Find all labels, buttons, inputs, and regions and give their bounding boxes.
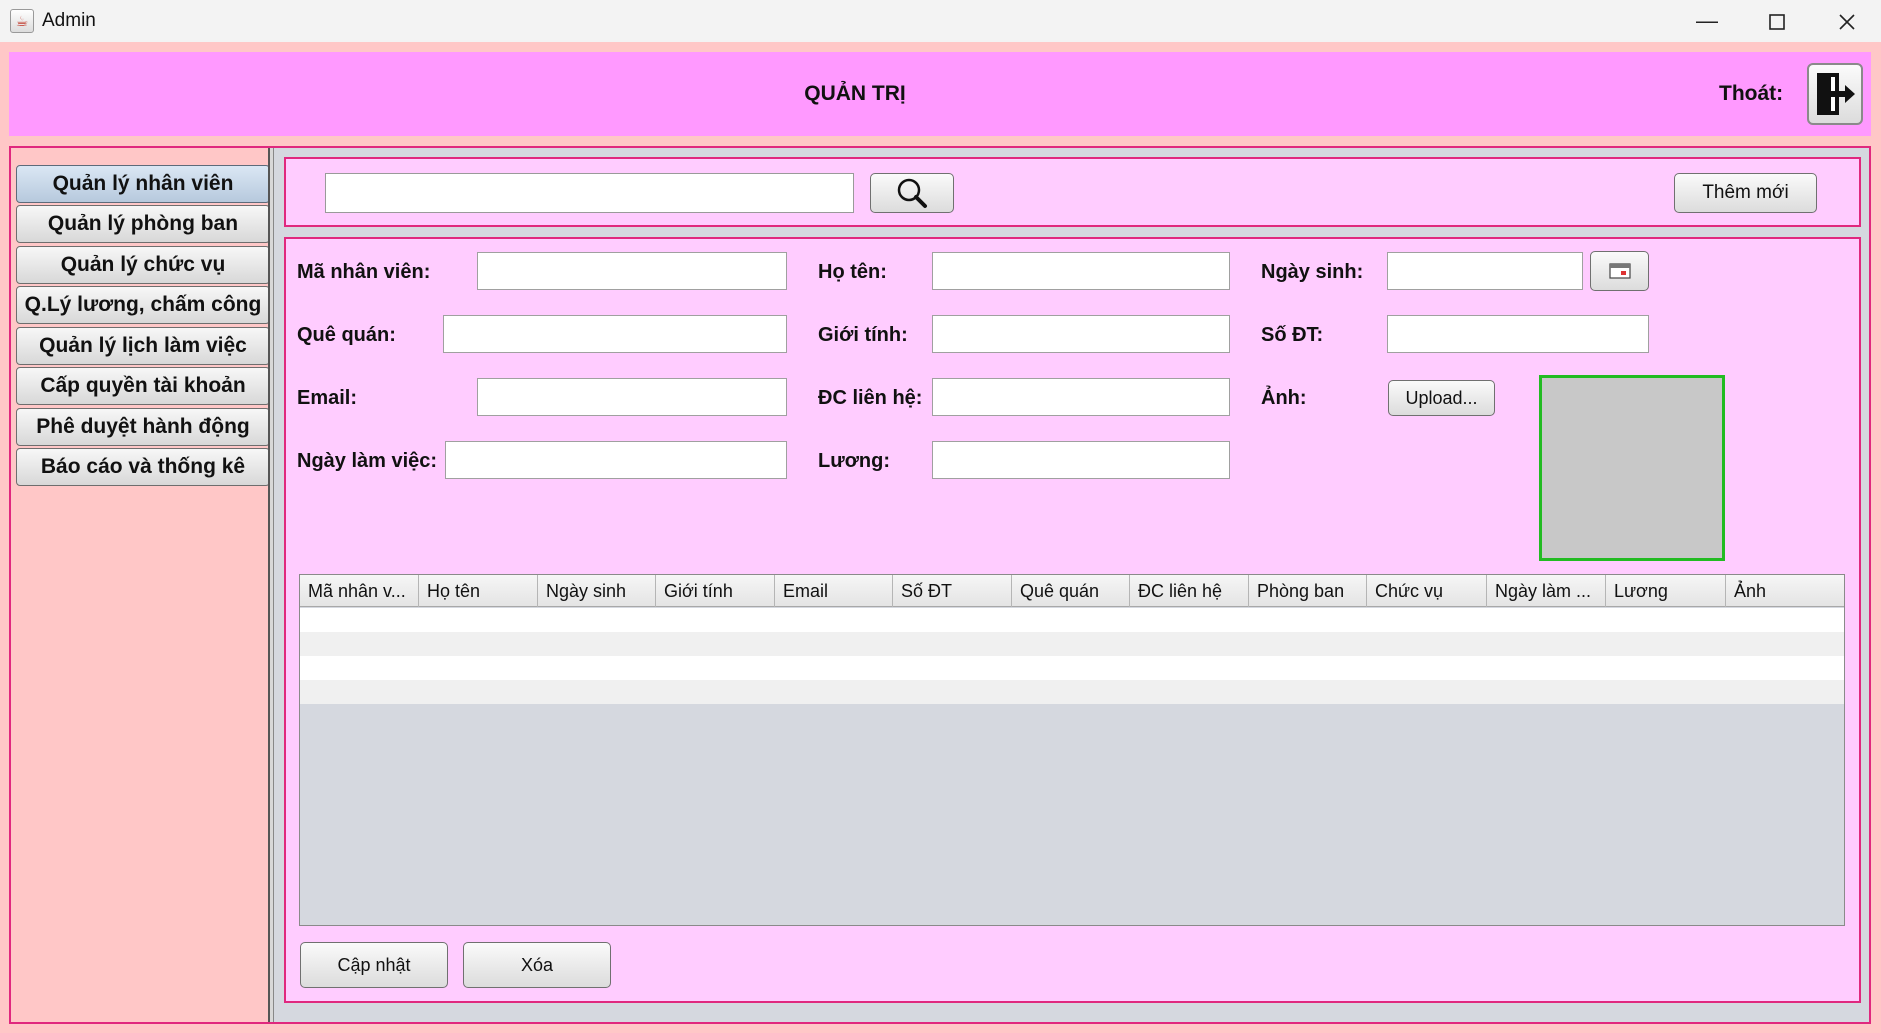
email-label: Email: <box>297 387 358 409</box>
java-cup-icon: ☕ <box>10 9 34 33</box>
table-row[interactable] <box>300 608 1844 632</box>
salary-label: Lương: <box>818 450 891 472</box>
salary-field[interactable] <box>932 441 1230 479</box>
table-row[interactable] <box>300 656 1844 680</box>
email-field[interactable] <box>477 378 787 416</box>
hometown-label: Quê quán: <box>297 324 396 346</box>
phone-field[interactable] <box>1387 315 1649 353</box>
calendar-icon <box>1608 263 1631 279</box>
sidebar-item-label: Quản lý nhân viên <box>52 172 234 195</box>
delete-button[interactable]: Xóa <box>463 942 611 988</box>
page-title: QUẢN TRỊ <box>804 82 906 105</box>
column-header[interactable]: Ngày sinh <box>538 575 656 607</box>
sidebar-item-label: Cấp quyền tài khoản <box>40 374 246 397</box>
address-label: ĐC liên hệ: <box>818 387 923 409</box>
sidebar-item-label: Báo cáo và thống kê <box>40 455 246 478</box>
search-icon <box>897 178 927 208</box>
sidebar-item-departments[interactable]: Quản lý phòng ban <box>16 205 270 243</box>
birthdate-label: Ngày sinh: <box>1261 261 1364 283</box>
calendar-button[interactable] <box>1590 251 1649 291</box>
column-header[interactable]: Lương <box>1606 575 1726 607</box>
search-button[interactable] <box>870 173 954 213</box>
photo-label: Ảnh: <box>1261 387 1307 409</box>
employee-id-field[interactable] <box>477 252 787 290</box>
column-header[interactable]: Giới tính <box>656 575 775 607</box>
column-header[interactable]: Họ tên <box>419 575 538 607</box>
minimize-icon[interactable]: — <box>1672 0 1742 42</box>
employee-id-label: Mã nhân viên: <box>297 261 431 283</box>
table-row[interactable] <box>300 680 1844 704</box>
photo-preview <box>1539 375 1725 561</box>
add-new-button[interactable]: Thêm mới <box>1674 173 1817 213</box>
close-icon[interactable] <box>1812 0 1881 42</box>
sidebar-item-approvals[interactable]: Phê duyệt hành động <box>16 408 270 446</box>
sidebar-item-label: Quản lý phòng ban <box>47 212 239 235</box>
workdate-label: Ngày làm việc: <box>297 450 438 472</box>
birthdate-field[interactable] <box>1387 252 1583 290</box>
sidebar-item-label: Quản lý chức vụ <box>60 253 226 276</box>
upload-button[interactable]: Upload... <box>1388 380 1495 416</box>
sidebar-item-payroll[interactable]: Q.Lý lương, chấm công <box>16 286 270 324</box>
address-field[interactable] <box>932 378 1230 416</box>
split-pane-divider[interactable] <box>268 148 274 1022</box>
update-button[interactable]: Cập nhật <box>300 942 448 988</box>
name-label: Họ tên: <box>818 261 887 283</box>
logout-button[interactable] <box>1807 63 1863 125</box>
column-header[interactable]: Mã nhân v... <box>300 575 419 607</box>
column-header[interactable]: Email <box>775 575 893 607</box>
hometown-field[interactable] <box>443 315 787 353</box>
gender-label: Giới tính: <box>818 324 908 346</box>
gender-field[interactable] <box>932 315 1230 353</box>
sidebar-item-permissions[interactable]: Cấp quyền tài khoản <box>16 367 270 405</box>
logout-door-icon <box>1817 73 1855 115</box>
sidebar-item-label: Phê duyệt hành động <box>36 415 250 438</box>
table-header: Mã nhân v... Họ tên Ngày sinh Giới tính … <box>300 575 1844 607</box>
table-row[interactable] <box>300 632 1844 656</box>
sidebar-item-reports[interactable]: Báo cáo và thống kê <box>16 448 270 486</box>
column-header[interactable]: Quê quán <box>1012 575 1130 607</box>
sidebar-item-positions[interactable]: Quản lý chức vụ <box>16 246 270 284</box>
column-header[interactable]: Phòng ban <box>1249 575 1367 607</box>
search-input[interactable] <box>325 173 854 213</box>
window-title-bar <box>0 0 1881 42</box>
column-header[interactable]: Số ĐT <box>893 575 1012 607</box>
sidebar-item-schedule[interactable]: Quản lý lịch làm việc <box>16 327 270 365</box>
phone-label: Số ĐT: <box>1261 324 1324 346</box>
header-bar: QUẢN TRỊ Thoát: <box>9 52 1871 136</box>
column-header[interactable]: Ngày làm ... <box>1487 575 1606 607</box>
sidebar-item-label: Q.Lý lương, chấm công <box>24 293 262 316</box>
logout-label: Thoát: <box>1719 82 1784 105</box>
workdate-field[interactable] <box>445 441 787 479</box>
maximize-icon[interactable] <box>1742 0 1812 42</box>
column-header[interactable]: ĐC liên hệ <box>1130 575 1249 607</box>
column-header[interactable]: Chức vụ <box>1367 575 1487 607</box>
sidebar-item-employees[interactable]: Quản lý nhân viên <box>16 165 270 203</box>
column-header[interactable]: Ảnh <box>1726 575 1844 607</box>
name-field[interactable] <box>932 252 1230 290</box>
sidebar-item-label: Quản lý lịch làm việc <box>39 334 247 357</box>
window-title: Admin <box>42 10 96 31</box>
